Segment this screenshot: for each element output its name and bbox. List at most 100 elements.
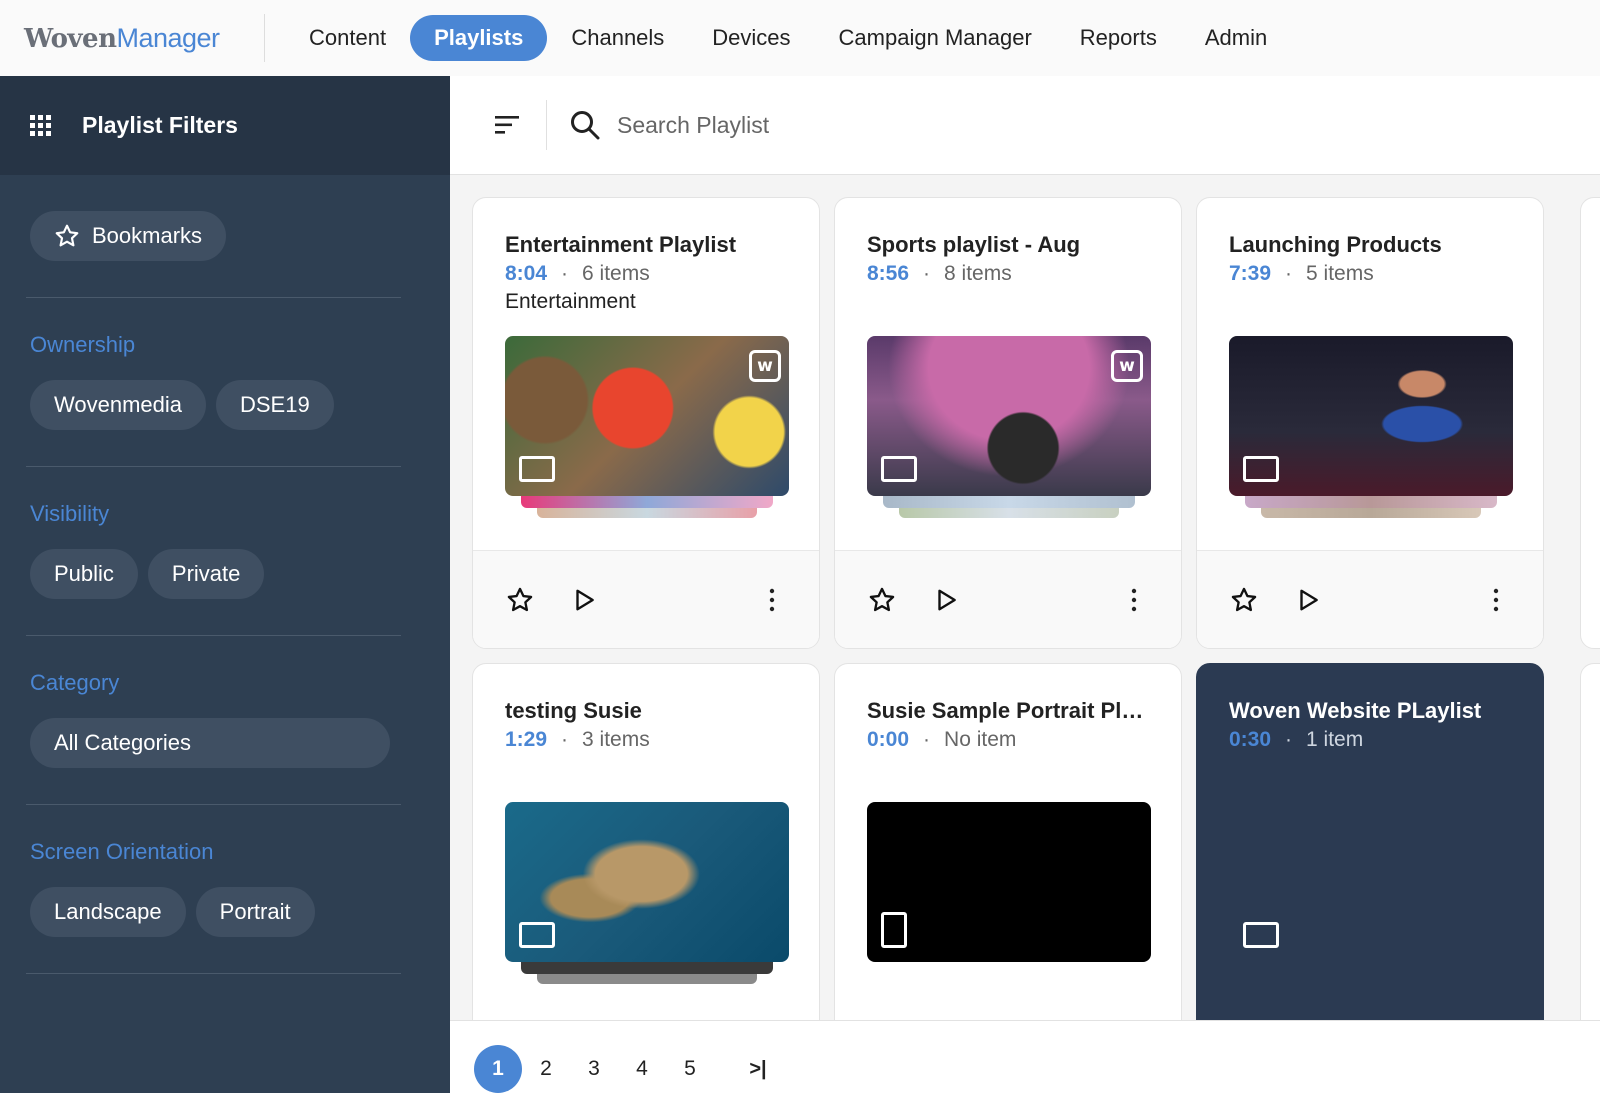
playlist-item-count: 5 items	[1306, 262, 1374, 285]
nav-reports[interactable]: Reports	[1056, 15, 1181, 61]
last-page-icon[interactable]: >|	[738, 1045, 778, 1093]
logo-manager: Manager	[116, 22, 220, 53]
card-actions	[1197, 550, 1543, 648]
filter-category: Category All Categories	[0, 635, 450, 804]
sidebar-title: Playlist Filters	[82, 112, 238, 138]
landscape-icon	[519, 922, 555, 948]
nav-channels[interactable]: Channels	[547, 15, 688, 61]
bookmarks-label: Bookmarks	[92, 223, 203, 248]
nav-content[interactable]: Content	[285, 15, 410, 61]
landscape-icon	[1243, 456, 1279, 482]
playlist-thumbnail-stack	[505, 802, 789, 984]
chip-wovenmedia[interactable]: Wovenmedia	[30, 380, 206, 430]
playlist-card-partial[interactable]	[1580, 197, 1600, 649]
playlist-card-susie-portrait[interactable]: Susie Sample Portrait Playli… 0:00 · No it…	[834, 663, 1182, 1063]
nav-admin[interactable]: Admin	[1181, 15, 1291, 61]
filter-visibility: Visibility Public Private	[0, 466, 450, 635]
playlist-card-launching-products[interactable]: Launching Products 7:39 · 5 items	[1196, 197, 1544, 649]
page-1[interactable]: 1	[474, 1045, 522, 1093]
filter-ownership: Ownership Wovenmedia DSE19	[0, 297, 450, 466]
star-icon	[55, 224, 79, 247]
landscape-icon	[1243, 922, 1279, 948]
playlist-duration: 8:04	[505, 262, 548, 285]
woven-badge-icon: w	[749, 350, 781, 382]
playlist-card-partial[interactable]	[1580, 663, 1600, 1063]
playlist-title: Entertainment Playlist	[505, 232, 737, 257]
more-options-icon[interactable]	[1119, 585, 1149, 615]
nav-playlists[interactable]: Playlists	[410, 15, 548, 61]
sidebar-header: Playlist Filters	[0, 76, 450, 175]
playlist-thumbnail-stack: w	[505, 336, 789, 518]
filter-sidebar: Playlist Filters Bookmarks Ownership Wov…	[0, 76, 450, 1093]
ownership-label: Ownership	[30, 332, 136, 357]
bookmark-star-icon[interactable]	[505, 585, 535, 615]
portrait-icon	[881, 912, 907, 948]
chip-all-categories[interactable]: All Categories	[30, 718, 390, 768]
logo[interactable]: Woven Manager	[24, 23, 264, 54]
playlist-meta: 1:29 · 3 items	[505, 728, 650, 751]
playlist-thumbnail: w	[505, 336, 789, 496]
bookmarks-section: Bookmarks	[0, 175, 450, 297]
more-options-icon[interactable]	[1481, 585, 1511, 615]
main-content: Entertainment Playlist 8:04·6 items Ente…	[450, 76, 1600, 1093]
page-5[interactable]: 5	[666, 1045, 714, 1093]
playlist-meta: 7:39 · 5 items	[1229, 262, 1374, 285]
chip-public[interactable]: Public	[30, 549, 138, 599]
landscape-icon	[881, 456, 917, 482]
playlist-meta: 0:00 · No item	[867, 728, 1017, 751]
bookmark-star-icon[interactable]	[1229, 585, 1259, 615]
filter-toggle-icon[interactable]	[484, 101, 532, 149]
playlist-item-count: No item	[944, 728, 1017, 751]
screen-orientation-label: Screen Orientation	[30, 839, 214, 864]
playlist-title: testing Susie	[505, 698, 642, 723]
chip-private[interactable]: Private	[147, 549, 265, 599]
search-icon	[571, 111, 600, 140]
search-input[interactable]	[617, 111, 1217, 139]
more-options-icon[interactable]	[757, 585, 787, 615]
grid-icon[interactable]	[30, 114, 52, 137]
playlist-card-entertainment[interactable]: Entertainment Playlist 8:04 · 6 items Ente…	[472, 197, 820, 649]
playlist-meta: 8:04 · 6 items	[505, 262, 650, 285]
play-icon[interactable]	[931, 585, 961, 615]
divider	[26, 973, 401, 974]
playlist-card-testing-susie[interactable]: testing Susie 1:29 · 3 items	[472, 663, 820, 1063]
chip-dse19[interactable]: DSE19	[216, 380, 334, 430]
chip-landscape[interactable]: Landscape	[30, 887, 186, 937]
playlist-duration: 8:56	[867, 262, 910, 285]
category-label: Category	[30, 670, 120, 695]
filter-screen-orientation: Screen Orientation Landscape Portrait	[0, 804, 450, 974]
pagination: 1 2 3 4 5 >|	[450, 1020, 1600, 1093]
card-actions	[835, 550, 1181, 648]
playlist-item-count: 8 items	[944, 262, 1012, 285]
bookmark-star-icon[interactable]	[867, 585, 897, 615]
playlist-card-sports[interactable]: Sports playlist - Aug 8:56 · 8 items w	[834, 197, 1182, 649]
page-2[interactable]: 2	[522, 1045, 570, 1093]
playlist-thumbnail-stack: w	[867, 336, 1151, 518]
page-4[interactable]: 4	[618, 1045, 666, 1093]
bookmarks-chip[interactable]: Bookmarks	[30, 211, 227, 261]
nav-divider	[264, 14, 265, 62]
playlist-thumbnail	[1229, 802, 1513, 962]
chip-portrait[interactable]: Portrait	[195, 887, 315, 937]
visibility-label: Visibility	[30, 501, 110, 526]
playlist-thumbnail	[867, 802, 1151, 962]
playlist-thumbnail	[505, 802, 789, 962]
playlist-card-woven-website[interactable]: Woven Website PLaylist 0:30 · 1 item	[1196, 663, 1544, 1063]
playlist-thumbnail-stack	[867, 802, 1151, 982]
landscape-icon	[519, 456, 555, 482]
play-icon[interactable]	[1293, 585, 1323, 615]
playlist-duration: 0:30	[1229, 728, 1272, 751]
playlist-thumbnail-stack	[1229, 336, 1513, 518]
logo-woven: Woven	[24, 23, 117, 54]
playlist-duration: 0:00	[867, 728, 910, 751]
playlist-meta: 0:30 · 1 item	[1229, 728, 1364, 751]
playlist-thumbnail	[1229, 336, 1513, 496]
woven-badge-icon: w	[1111, 350, 1143, 382]
playlist-title: Susie Sample Portrait Playli…	[867, 698, 1181, 723]
nav-devices[interactable]: Devices	[688, 15, 814, 61]
playlist-item-count: 3 items	[582, 728, 650, 751]
page-3[interactable]: 3	[570, 1045, 618, 1093]
play-icon[interactable]	[569, 585, 599, 615]
playlist-title: Woven Website PLaylist	[1229, 698, 1482, 723]
nav-campaign-manager[interactable]: Campaign Manager	[815, 15, 1056, 61]
